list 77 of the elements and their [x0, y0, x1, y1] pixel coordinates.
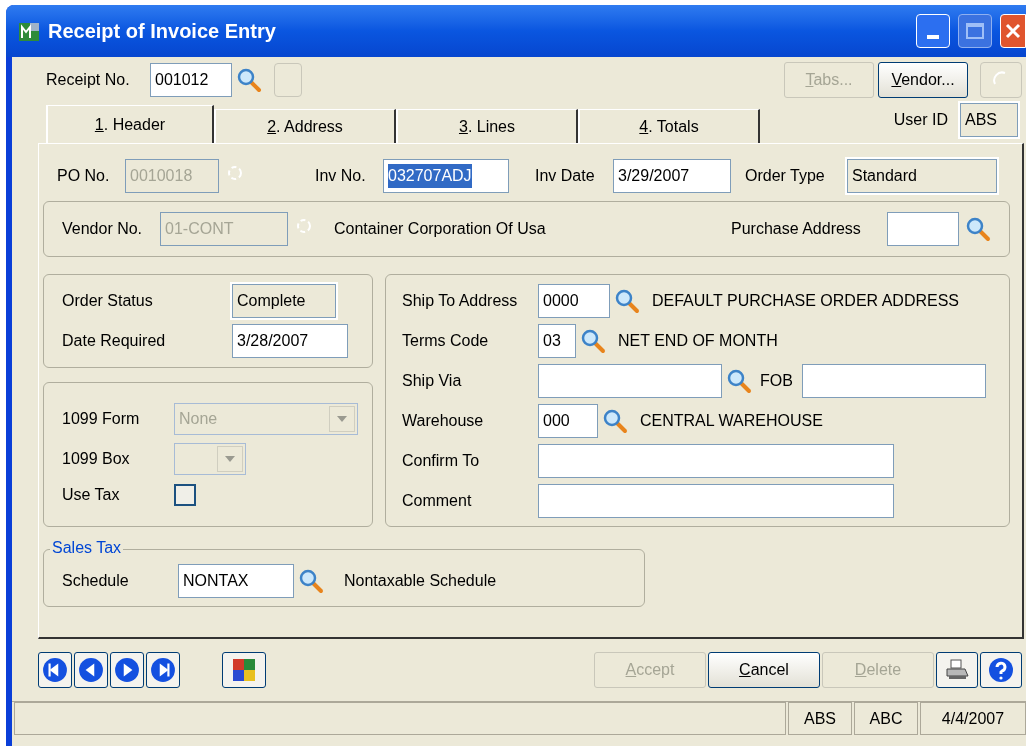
use-tax-checkbox[interactable] — [174, 483, 196, 506]
tab[interactable]: 3. Lines — [396, 109, 578, 143]
field-label: DEFAULT PURCHASE ORDER ADDRESS — [652, 290, 960, 311]
field-label: Use Tax — [62, 484, 121, 505]
input-field[interactable]: 001012 — [150, 63, 232, 97]
field-label: Comment — [402, 490, 473, 511]
input-field[interactable]: NONTAX — [178, 564, 294, 598]
search-icon[interactable] — [580, 327, 606, 354]
field-label: Date Required — [62, 331, 167, 351]
field-label: Order Type — [745, 166, 826, 186]
input-field[interactable]: Complete — [232, 284, 336, 318]
field-label: PO No. — [57, 166, 111, 186]
last-record-button[interactable] — [146, 652, 180, 688]
field-label: FOB — [760, 370, 794, 391]
search-icon[interactable] — [726, 367, 752, 394]
printer-icon — [945, 659, 969, 681]
window-title: Receipt of Invoice Entry — [48, 19, 277, 44]
input-field[interactable]: 03 — [538, 323, 576, 358]
field-label: 1099 Form — [62, 408, 141, 429]
help-icon — [988, 657, 1014, 683]
field-label: User ID — [893, 110, 948, 130]
field-label: CENTRAL WAREHOUSE — [640, 410, 823, 431]
field-label: Ship Via — [402, 370, 463, 391]
status-cell: ABC — [854, 702, 918, 735]
input-field[interactable] — [538, 483, 894, 518]
input-field[interactable]: Standard — [847, 159, 997, 193]
minimize-button[interactable] — [916, 14, 950, 48]
dropdown-arrow-icon — [337, 415, 347, 422]
close-icon — [1004, 22, 1022, 40]
field-label: Confirm To — [402, 450, 481, 471]
input-field[interactable]: 032707ADJ — [383, 159, 509, 193]
status-cell: ABS — [788, 702, 852, 735]
tab[interactable]: 1. Header — [46, 105, 214, 143]
previous-record-button[interactable] — [74, 652, 108, 688]
field-label: NET END OF MONTH — [618, 330, 778, 351]
input-field[interactable]: 000 — [538, 403, 598, 438]
input-field[interactable]: 0000 — [538, 283, 610, 318]
close-button[interactable] — [1000, 14, 1026, 48]
field-label: Ship To Address — [402, 290, 519, 311]
maximize-button[interactable] — [958, 14, 992, 48]
app-icon — [18, 20, 40, 42]
input-field[interactable]: 3/29/2007 — [613, 159, 731, 193]
puzzle-button[interactable] — [222, 652, 266, 688]
field-label: Inv No. — [315, 166, 367, 186]
field-label: 1099 Box — [62, 448, 131, 469]
input-field[interactable] — [538, 443, 894, 478]
dropdown-arrow-icon — [225, 455, 235, 462]
help-button[interactable] — [980, 652, 1022, 688]
search-icon[interactable] — [602, 407, 628, 434]
field-label: Terms Code — [402, 330, 490, 351]
field-label: Vendor No. — [62, 219, 144, 239]
print-button[interactable] — [936, 652, 978, 688]
search-icon[interactable] — [965, 216, 991, 242]
action-button[interactable]: Cancel — [708, 652, 820, 688]
next-record-button[interactable] — [110, 652, 144, 688]
field-label: Warehouse — [402, 410, 485, 431]
first-record-button[interactable] — [38, 652, 72, 688]
search-icon[interactable] — [236, 67, 262, 93]
tab[interactable]: 4. Totals — [578, 109, 760, 143]
status-cell: 4/4/2007 — [920, 702, 1026, 735]
action-button[interactable]: Vendor... — [878, 62, 968, 98]
field-label: Inv Date — [535, 166, 596, 186]
field-label: Order Status — [62, 291, 154, 311]
field-label: Container Corporation Of Usa — [334, 219, 546, 239]
field-label: Receipt No. — [46, 70, 131, 90]
input-field[interactable] — [887, 212, 959, 246]
input-field[interactable] — [802, 363, 986, 398]
input-field[interactable] — [538, 363, 722, 398]
input-field[interactable]: ABS — [960, 103, 1018, 137]
puzzle-icon — [233, 659, 255, 681]
field-label: Purchase Address — [731, 219, 862, 239]
field-label: Schedule — [62, 571, 130, 591]
search-icon[interactable] — [614, 287, 640, 314]
search-icon[interactable] — [298, 568, 324, 594]
input-field[interactable]: 3/28/2007 — [232, 324, 348, 358]
field-label: Nontaxable Schedule — [344, 571, 497, 591]
tab[interactable]: 2. Address — [214, 109, 396, 143]
